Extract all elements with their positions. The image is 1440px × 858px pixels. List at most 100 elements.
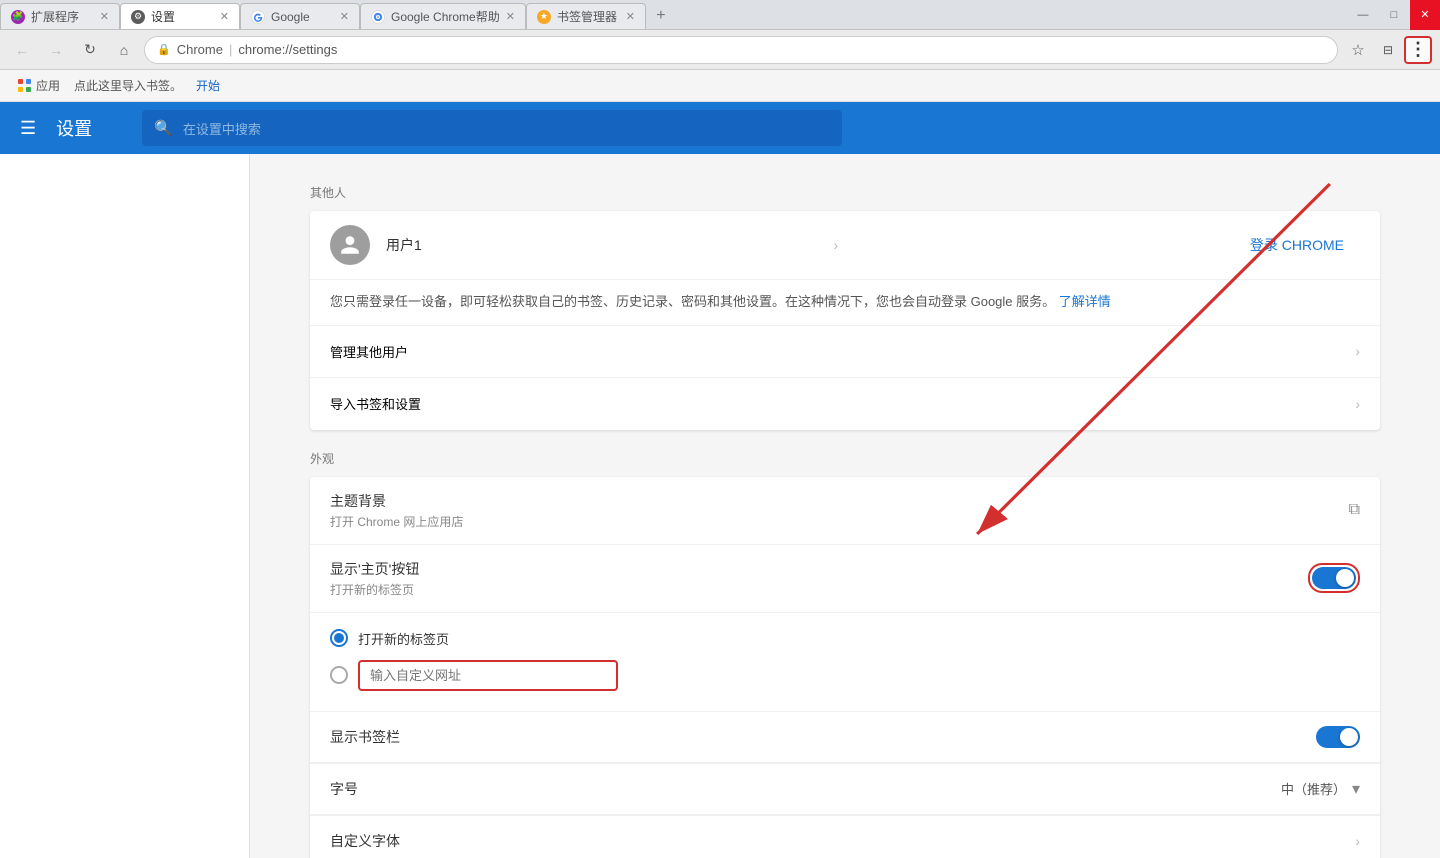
tab-chrome-help-label: Google Chrome帮助 xyxy=(391,8,500,25)
homepage-toggle-highlight xyxy=(1308,563,1360,593)
apps-button[interactable]: 应用 xyxy=(12,75,66,96)
custom-font-arrow-control: › xyxy=(1355,833,1360,849)
radio-row-2[interactable] xyxy=(330,654,1360,697)
new-tab-button[interactable]: + xyxy=(646,3,676,29)
tab-bookmarks-close[interactable]: ✕ xyxy=(626,10,635,23)
settings-header: ☰ 设置 🔍 在设置中搜索 xyxy=(0,102,1440,154)
tab-settings[interactable]: ⚙ 设置 ✕ xyxy=(120,3,240,29)
bookmarks-label-group: 显示书签栏 xyxy=(330,727,1316,747)
import-row[interactable]: 导入书签和设置 › xyxy=(310,378,1380,430)
custom-font-arrow: › xyxy=(1355,833,1360,849)
radio-row-1[interactable]: 打开新的标签页 xyxy=(330,623,1360,654)
star-button[interactable]: ☆ xyxy=(1344,36,1372,64)
user-row[interactable]: 用户1 › 登录 CHROME xyxy=(310,211,1380,280)
search-icon: 🔍 xyxy=(154,119,173,137)
custom-font-row[interactable]: 自定义字体 › xyxy=(310,815,1380,858)
font-size-row[interactable]: 字号 中（推荐） ▾ xyxy=(310,763,1380,815)
apps-icon xyxy=(18,79,32,93)
zoom-button[interactable]: ⊟ xyxy=(1374,36,1402,64)
tab-bookmarks[interactable]: ★ 书签管理器 ✕ xyxy=(526,3,646,29)
font-size-dropdown[interactable]: 中（推荐） ▾ xyxy=(1281,779,1360,799)
homepage-toggle-wrapper xyxy=(1308,563,1360,593)
homepage-toggle-knob xyxy=(1336,569,1354,587)
menu-button[interactable]: ⋮ xyxy=(1404,36,1432,64)
signin-link[interactable]: 登录 CHROME xyxy=(1250,235,1344,255)
bookmarks-toggle-control xyxy=(1316,726,1360,748)
bookmarks-bar-toggle[interactable] xyxy=(1316,726,1360,748)
tab-settings-label: 设置 xyxy=(151,8,175,25)
tab-chrome-help-close[interactable]: ✕ xyxy=(506,10,515,23)
homepage-sub-label: 打开新的标签页 xyxy=(330,581,1308,598)
radio-newtab-label: 打开新的标签页 xyxy=(358,629,449,648)
tab-list: 🧩 扩展程序 ✕ ⚙ 设置 ✕ Google ✕ Google Chrome帮助… xyxy=(0,0,1348,29)
custom-font-label: 自定义字体 xyxy=(330,831,1355,851)
address-bar[interactable]: 🔒 Chrome | chrome://settings xyxy=(144,36,1338,64)
homepage-row: 显示'主页'按钮 打开新的标签页 xyxy=(310,545,1380,612)
appearance-card: 主题背景 打开 Chrome 网上应用店 ⧉ 显示'主页'按钮 打开新的标签页 xyxy=(310,477,1380,858)
settings-title: 设置 xyxy=(56,115,92,141)
user-description: 您只需登录任一设备，即可轻松获取自己的书签、历史记录、密码和其他设置。在这种情况… xyxy=(310,280,1380,326)
address-separator: | xyxy=(229,42,232,57)
homepage-label-group: 显示'主页'按钮 打开新的标签页 xyxy=(330,559,1308,598)
bookmarks-bar-toggle-knob xyxy=(1340,728,1358,746)
theme-control: ⧉ xyxy=(1349,501,1360,519)
tab-google-close[interactable]: ✕ xyxy=(340,10,349,23)
others-card: 用户1 › 登录 CHROME 您只需登录任一设备，即可轻松获取自己的书签、历史… xyxy=(310,211,1380,430)
font-size-dropdown-arrow: ▾ xyxy=(1352,779,1360,799)
search-placeholder: 在设置中搜索 xyxy=(183,119,261,138)
minimize-button[interactable]: — xyxy=(1348,0,1378,30)
radio-custom[interactable] xyxy=(330,666,348,684)
import-label: 点此这里导入书签。 xyxy=(74,77,182,94)
theme-link-icon[interactable]: ⧉ xyxy=(1349,501,1360,519)
homepage-toggle[interactable] xyxy=(1312,567,1356,589)
hamburger-icon[interactable]: ☰ xyxy=(20,118,36,139)
manage-users-row[interactable]: 管理其他用户 › xyxy=(310,326,1380,378)
content-wrapper: 其他人 用户1 › 登录 CHROME 您只需登录任一设备，即可轻松获取自己的书… xyxy=(0,154,1440,858)
theme-row[interactable]: 主题背景 打开 Chrome 网上应用店 ⧉ xyxy=(310,477,1380,545)
apps-label: 应用 xyxy=(36,77,60,94)
tab-extensions-close[interactable]: ✕ xyxy=(100,10,109,23)
user-row-arrow: › xyxy=(834,237,839,253)
tab-settings-close[interactable]: ✕ xyxy=(220,10,229,23)
brand-name: Chrome xyxy=(177,42,223,57)
learn-more-link[interactable]: 了解详情 xyxy=(1059,294,1111,309)
settings-search[interactable]: 🔍 在设置中搜索 xyxy=(142,110,842,146)
username: 用户1 xyxy=(386,235,422,255)
homepage-main-label: 显示'主页'按钮 xyxy=(330,559,1308,579)
import-label-text: 导入书签和设置 xyxy=(330,394,421,413)
back-button[interactable]: ← xyxy=(8,36,36,64)
start-link[interactable]: 开始 xyxy=(190,75,226,96)
lock-icon: 🔒 xyxy=(157,43,171,56)
radio-section: 打开新的标签页 xyxy=(310,612,1380,711)
forward-button[interactable]: → xyxy=(42,36,70,64)
chrome-help-icon xyxy=(371,10,385,24)
font-size-label: 字号 xyxy=(330,779,1281,799)
custom-font-label-group: 自定义字体 xyxy=(330,831,1355,851)
section-label-others: 其他人 xyxy=(310,184,1380,201)
reload-button[interactable]: ↻ xyxy=(76,36,104,64)
bookmark-icon: ★ xyxy=(537,10,551,24)
addressbar: ← → ↻ ⌂ 🔒 Chrome | chrome://settings ☆ ⊟… xyxy=(0,30,1440,70)
settings-icon: ⚙ xyxy=(131,10,145,24)
tab-chrome-help[interactable]: Google Chrome帮助 ✕ xyxy=(360,3,526,29)
custom-url-input[interactable] xyxy=(358,660,618,691)
tab-google-label: Google xyxy=(271,10,310,24)
manage-users-arrow: › xyxy=(1355,343,1360,359)
window-controls: — □ ✕ xyxy=(1348,0,1440,29)
theme-main-label: 主题背景 xyxy=(330,491,1349,511)
toolbar-icons: ☆ ⊟ ⋮ xyxy=(1344,36,1432,64)
tab-google[interactable]: Google ✕ xyxy=(240,3,360,29)
font-size-value: 中（推荐） xyxy=(1281,779,1346,798)
radio-newtab[interactable] xyxy=(330,629,348,647)
close-button[interactable]: ✕ xyxy=(1410,0,1440,30)
bookmarks-bar-label: 显示书签栏 xyxy=(330,727,1316,747)
bookmarksbar: 应用 点此这里导入书签。 开始 xyxy=(0,70,1440,102)
theme-label-group: 主题背景 打开 Chrome 网上应用店 xyxy=(330,491,1349,530)
font-size-control[interactable]: 中（推荐） ▾ xyxy=(1281,779,1360,799)
maximize-button[interactable]: □ xyxy=(1379,0,1409,30)
tab-extensions[interactable]: 🧩 扩展程序 ✕ xyxy=(0,3,120,29)
home-button[interactable]: ⌂ xyxy=(110,36,138,64)
manage-users-label: 管理其他用户 xyxy=(330,342,408,361)
bookmarks-bar-row: 显示书签栏 xyxy=(310,711,1380,763)
section-label-appearance: 外观 xyxy=(310,450,1380,467)
